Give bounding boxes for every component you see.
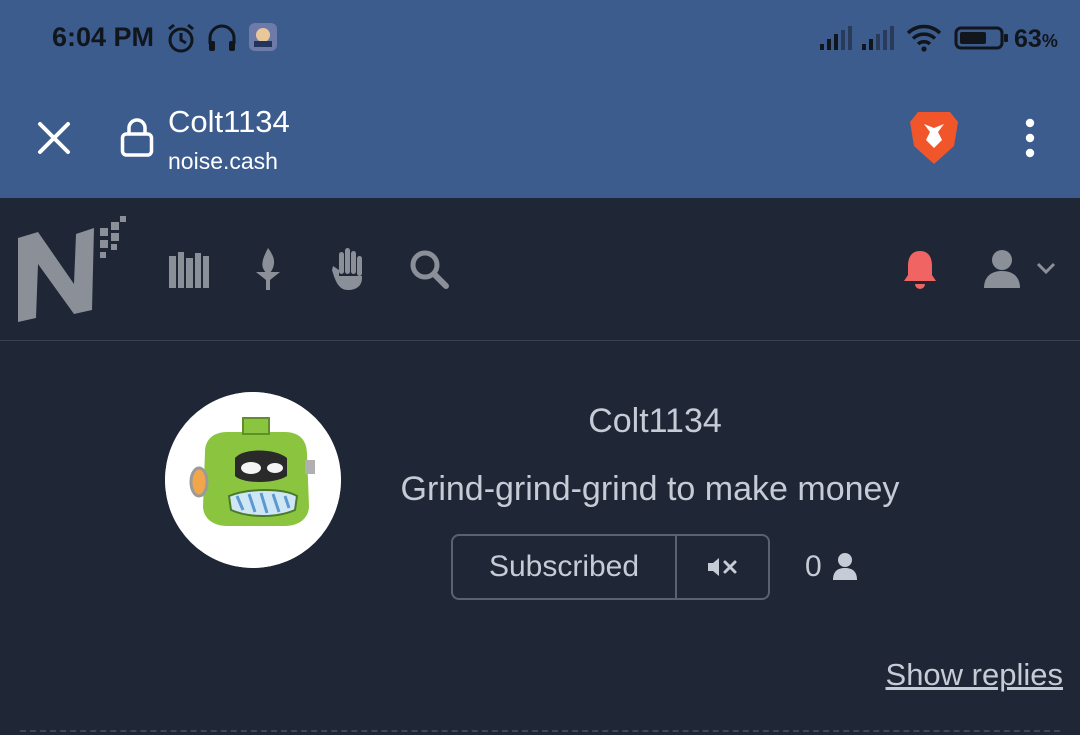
bell-icon[interactable] — [902, 248, 938, 290]
close-icon[interactable] — [37, 121, 71, 155]
mute-icon — [707, 558, 736, 576]
torch-icon[interactable] — [252, 246, 284, 290]
subscribed-button[interactable]: Subscribed — [453, 536, 677, 598]
subscribers-user-icon — [833, 553, 857, 580]
app-notification-icon — [249, 23, 277, 51]
library-icon[interactable] — [168, 250, 210, 288]
robot-avatar-image — [165, 392, 341, 568]
alarm-icon — [168, 23, 194, 53]
search-icon[interactable] — [408, 248, 450, 290]
site-navbar — [0, 198, 1080, 341]
profile-bio: Grind-grind-grind to make money — [400, 470, 900, 508]
profile-username: Colt1134 — [588, 402, 722, 440]
browser-toolbar: Colt1134 noise.cash — [0, 78, 1080, 198]
mute-button[interactable] — [677, 536, 768, 598]
battery-percent: 63% — [1014, 25, 1058, 53]
divider — [20, 730, 1060, 732]
hand-icon[interactable] — [330, 246, 366, 290]
avatar[interactable] — [165, 392, 341, 568]
wifi-icon — [906, 24, 942, 52]
signal-icon — [820, 26, 852, 50]
url-text[interactable]: noise.cash — [168, 148, 278, 175]
status-bar: 6:04 PM 63% — [0, 0, 1080, 78]
headset-icon — [208, 24, 236, 51]
subscriber-count: 0 — [805, 550, 822, 583]
user-icon[interactable] — [982, 248, 1022, 288]
page-title: Colt1134 — [168, 104, 290, 139]
status-time: 6:04 PM — [52, 22, 155, 52]
show-replies-link[interactable]: Show replies — [886, 657, 1063, 693]
lock-icon — [120, 118, 154, 157]
subscription-controls: Subscribed — [451, 534, 770, 600]
chevron-down-icon[interactable] — [1036, 262, 1056, 274]
more-vert-icon[interactable] — [1023, 118, 1037, 158]
noise-cash-logo[interactable] — [16, 214, 126, 322]
brave-lion-icon[interactable] — [908, 108, 960, 166]
signal-icon — [862, 26, 894, 50]
battery-icon — [954, 26, 1008, 50]
